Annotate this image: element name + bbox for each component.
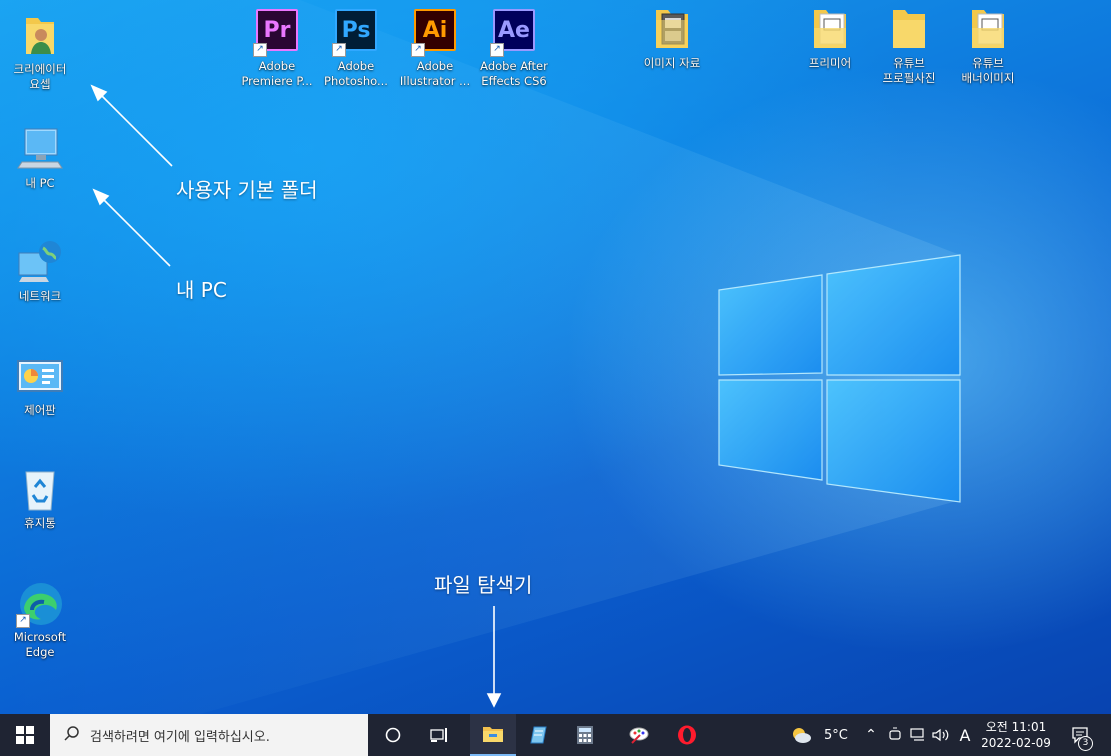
windows-start-icon: [16, 726, 34, 744]
taskbar-app-opera[interactable]: [664, 714, 710, 756]
weather-temperature: 5°C: [824, 727, 848, 743]
speaker-icon: [932, 728, 949, 742]
start-button[interactable]: [0, 714, 50, 756]
chevron-up-icon: ⌃: [865, 727, 877, 743]
notification-center-button[interactable]: 3: [1060, 714, 1100, 756]
taskbar: 검색하려면 여기에 입력하십시오. 5°C ⌃ A 오전 11:01 2022-…: [0, 714, 1111, 756]
opera-icon: [678, 725, 696, 745]
notification-badge: 3: [1078, 736, 1093, 751]
task-view-button[interactable]: [416, 714, 462, 756]
annotation-file-explorer: 파일 탐색기: [434, 573, 533, 597]
taskbar-app-calculator[interactable]: [562, 714, 608, 756]
meet-icon: [889, 727, 901, 740]
file-explorer-icon: [483, 727, 503, 742]
annotation-arrows: [90, 84, 502, 708]
meet-now-tray[interactable]: [884, 714, 906, 756]
annotation-user-folder: 사용자 기본 폴더: [176, 178, 318, 202]
network-tray[interactable]: [907, 714, 929, 756]
cortana-circle-icon: [385, 727, 401, 743]
taskbar-app-paint[interactable]: [616, 714, 662, 756]
volume-tray[interactable]: [930, 714, 952, 756]
network-tray-icon: [910, 728, 924, 741]
show-hidden-icons-button[interactable]: ⌃: [861, 714, 881, 756]
desktop[interactable]: 크리에이터 요셉 내 PC 네트워크 제어판 휴지통 ↗ Microsoft E…: [0, 0, 1111, 714]
search-box[interactable]: 검색하려면 여기에 입력하십시오.: [50, 714, 368, 756]
taskbar-app-notepad[interactable]: [516, 714, 562, 756]
calculator-icon: [577, 726, 593, 744]
search-icon: [64, 725, 80, 745]
clock-time: 오전 11:01: [985, 720, 1047, 734]
cortana-button[interactable]: [370, 714, 416, 756]
search-placeholder: 검색하려면 여기에 입력하십시오.: [90, 729, 270, 745]
annotation-my-pc: 내 PC: [176, 278, 227, 302]
weather-widget[interactable]: 5°C: [790, 714, 852, 756]
task-view-icon: [430, 728, 447, 742]
input-method-indicator[interactable]: A: [955, 714, 975, 756]
clock-date: 2022-02-09: [981, 736, 1051, 750]
notepad-app-icon: [530, 726, 547, 744]
paint-icon: [629, 727, 649, 744]
taskbar-file-explorer[interactable]: [470, 714, 516, 756]
clock[interactable]: 오전 11:01 2022-02-09: [980, 714, 1052, 756]
weather-sun-cloud-icon: [793, 728, 811, 743]
